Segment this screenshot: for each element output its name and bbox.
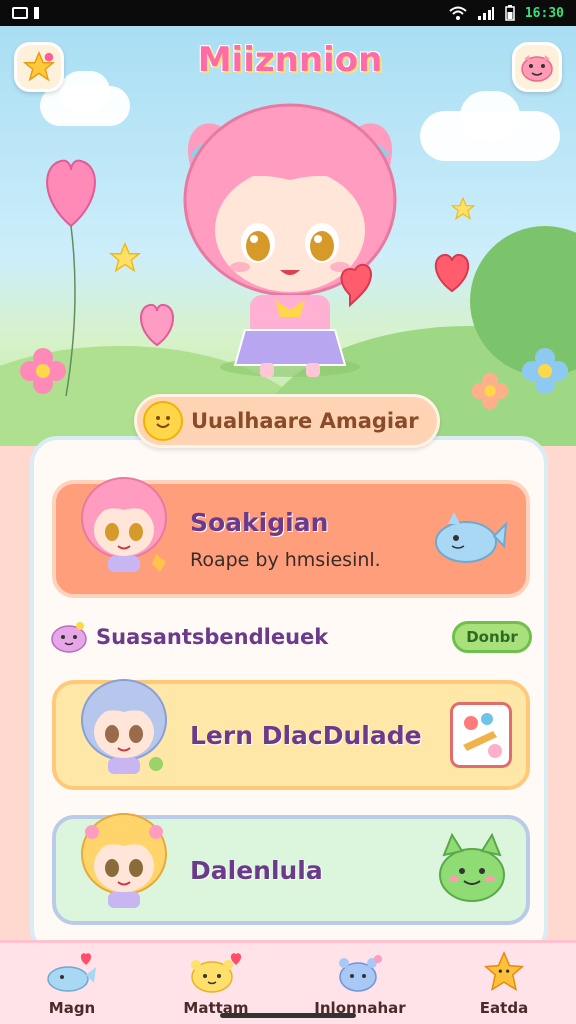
whale-heart-icon xyxy=(47,952,96,992)
home-indicator[interactable] xyxy=(220,1013,356,1018)
nav-label: Magn xyxy=(48,998,96,1017)
flower-icon xyxy=(522,348,568,394)
nav-item-magn[interactable]: Magn xyxy=(17,951,127,1017)
section-label: Suasantsbendleuek xyxy=(96,625,329,649)
card-name: Lern DlacDulade xyxy=(190,720,422,750)
bottom-nav: Magn Mattam Inlonnahar Eatda xyxy=(0,940,576,1024)
card-subtitle: Roape by hmsiesinl. xyxy=(190,548,381,571)
card-name: Dalenlula xyxy=(190,855,323,885)
cloud xyxy=(460,91,520,141)
section-action-button[interactable]: Donbr xyxy=(452,621,532,653)
wifi-icon xyxy=(449,6,467,20)
blob-icon xyxy=(51,622,87,653)
hero-character xyxy=(183,103,397,377)
status-time: 16:30 xyxy=(524,5,564,21)
pig-face-icon xyxy=(521,55,553,82)
flower-icon xyxy=(471,372,509,410)
avatar xyxy=(81,813,167,908)
sim-icon xyxy=(12,7,28,19)
nav-label: Eatda xyxy=(479,998,529,1017)
card-name: Soakigian xyxy=(190,507,329,537)
section-row: Suasantsbendleuek Donbr xyxy=(50,617,532,657)
bear-heart-icon xyxy=(191,952,242,993)
banner-label: Uualhaare Amagiar xyxy=(191,409,419,433)
star-icon xyxy=(108,242,142,273)
nav-item-eatda[interactable]: Eatda xyxy=(449,950,559,1017)
bell-icon xyxy=(34,7,39,19)
paint-card-icon xyxy=(450,702,512,768)
blue-creature-icon xyxy=(339,954,382,992)
app-title: Miiznnion xyxy=(197,40,383,80)
avatar xyxy=(81,679,167,774)
battery-icon xyxy=(505,5,515,21)
star-icon xyxy=(450,196,476,221)
signal-icon xyxy=(477,7,494,20)
nav-item-inlonnahar[interactable]: Inlonnahar xyxy=(305,951,415,1017)
flower-icon xyxy=(20,348,66,394)
star-icon xyxy=(22,51,56,82)
star-creature-icon xyxy=(483,950,525,991)
nav-item-mattam[interactable]: Mattam xyxy=(161,951,271,1017)
whale-icon xyxy=(435,512,508,563)
smile-icon xyxy=(143,401,183,441)
favorites-button[interactable] xyxy=(14,42,64,92)
status-banner[interactable]: Uualhaare Amagiar xyxy=(134,394,440,448)
heart-icon xyxy=(434,253,470,293)
status-bar: 16:30 xyxy=(0,0,576,26)
green-cat-icon xyxy=(439,832,505,902)
cloud xyxy=(60,71,110,111)
profile-button[interactable] xyxy=(512,42,562,92)
avatar xyxy=(81,477,167,572)
